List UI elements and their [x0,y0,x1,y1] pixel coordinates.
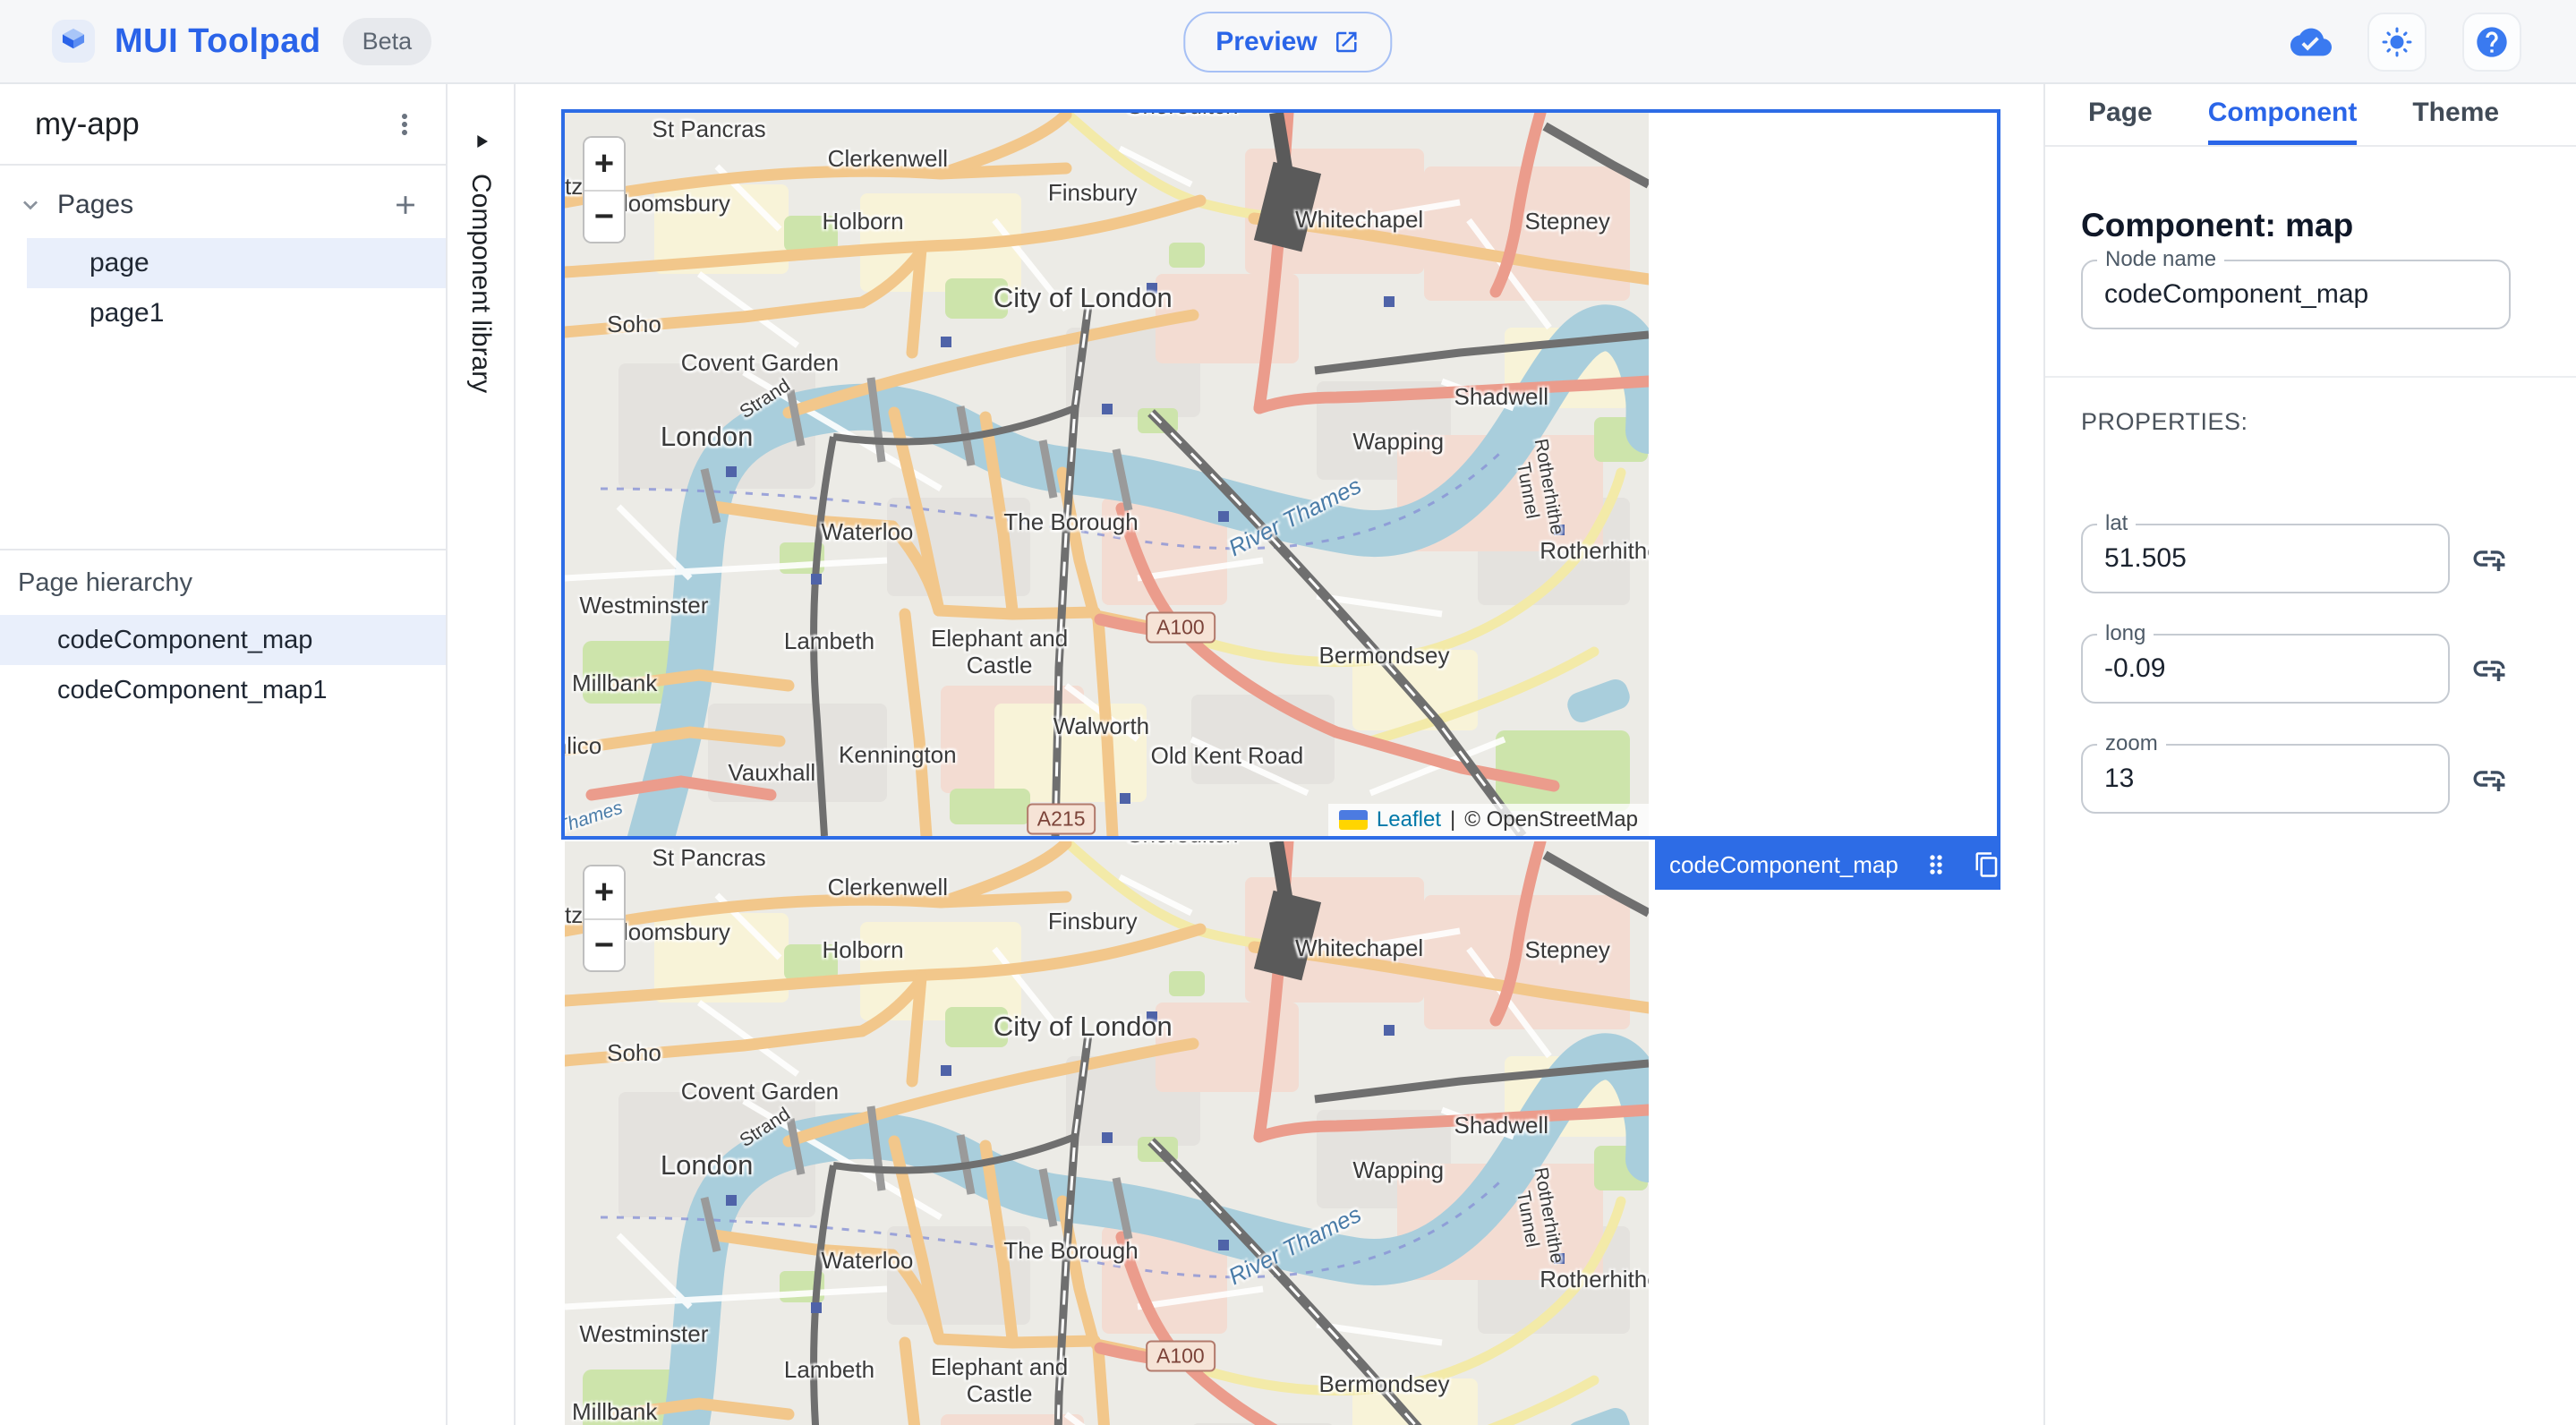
plus-icon [397,196,414,214]
pages-header-label: Pages [57,190,134,219]
mui-toolpad-logo-icon [52,20,95,63]
component-library-label: Component library [466,174,496,394]
sidebar-page-page1[interactable]: page1 [27,288,446,338]
tab-page[interactable]: Page [2088,84,2153,145]
theme-toggle-button[interactable] [2367,13,2427,72]
app-name: my-app [35,106,140,141]
preview-button-label: Preview [1215,27,1318,56]
tab-component[interactable]: Component [2207,84,2358,145]
node-name-field[interactable]: Node name codeComponent_map [2081,247,2511,329]
inspector-tabs: Page Component Theme [2045,84,2576,147]
leaflet-map-tiles [565,841,1649,1425]
property-label: lat [2097,511,2137,537]
app-row: my-app [0,84,446,166]
property-value: 51.505 [2104,543,2187,573]
brand: MUI Toolpad Beta [52,17,432,65]
hierarchy-item-codecomponent-map1[interactable]: codeComponent_map1 [0,665,446,715]
page-hierarchy-list: codeComponent_map codeComponent_map1 [0,615,446,715]
arrow-right-icon [477,135,488,148]
add-link-icon [2473,550,2505,571]
editor-canvas[interactable]: St PancrasitzClerkenwellFinsburyShoredit… [516,84,2043,1425]
map-zoom-control: + − [583,136,626,243]
sidebar-page-page[interactable]: page [27,238,446,288]
property-label: zoom [2097,731,2166,757]
ukraine-flag-icon [1338,810,1368,830]
map-component-1[interactable]: St PancrasitzClerkenwellFinsburyShoredit… [565,113,1649,836]
drag-handle-icon[interactable] [1922,850,1950,879]
properties-list: lat 51.505 long -0.09 zoom 13 [2081,511,2576,854]
inspector-divider [2045,376,2576,378]
cloud-done-icon [2290,21,2332,63]
page-hierarchy-header: Page hierarchy [18,567,193,597]
node-name-label: Node name [2097,247,2225,273]
help-icon [2477,27,2507,57]
light-mode-icon [2382,27,2412,57]
selected-component-tag: codeComponent_map [1655,840,2043,890]
osm-copyright: © OpenStreetMap [1464,807,1638,832]
leaflet-map-tiles [565,113,1649,836]
map-component-2[interactable]: St PancrasitzClerkenwellFinsburyShoredit… [565,841,1649,1425]
properties-header: PROPERTIES: [2081,408,2248,435]
zoom-in-button[interactable]: + [584,866,624,918]
map-attribution: Leaflet | © OpenStreetMap [1327,804,1649,836]
selected-component-outline: St PancrasitzClerkenwellFinsburyShoredit… [561,109,2000,840]
open-in-new-icon [1334,29,1361,55]
map-zoom-control: + − [583,865,626,972]
add-binding-button[interactable] [2466,645,2512,692]
add-page-button[interactable] [390,190,421,220]
leaflet-link[interactable]: Leaflet [1377,807,1441,832]
lat-property-field[interactable]: lat 51.505 [2081,511,2450,593]
delete-button[interactable] [2024,851,2043,878]
selected-component-name: codeComponent_map [1669,850,1898,878]
add-link-icon [2473,771,2505,791]
preview-button[interactable]: Preview [1183,12,1393,73]
add-binding-button[interactable] [2466,535,2512,582]
property-row: zoom 13 [2081,731,2576,814]
explorer-sidebar: my-app Pages page page1 Page hierarchy co… [0,84,448,1425]
duplicate-button[interactable] [1974,851,2000,878]
help-button[interactable] [2462,13,2521,72]
long-property-field[interactable]: long -0.09 [2081,621,2450,704]
hierarchy-item-codecomponent-map[interactable]: codeComponent_map [0,615,446,665]
tab-theme[interactable]: Theme [2412,84,2499,145]
trash-icon [2029,854,2043,875]
pages-list: page page1 [0,238,446,338]
node-name-value: codeComponent_map [2104,279,2369,309]
zoom-out-button[interactable]: − [584,190,624,242]
component-library-panel: Component library [448,84,516,1425]
expand-library-button[interactable] [467,127,496,156]
collapse-pages-button[interactable] [16,191,45,219]
app-menu-button[interactable] [388,108,421,141]
property-row: lat 51.505 [2081,511,2576,593]
pages-section-header: Pages [0,178,446,232]
zoom-out-button[interactable]: − [584,918,624,970]
property-label: long [2097,621,2154,647]
beta-badge: Beta [342,17,432,65]
attribution-separator: | [1449,807,1456,832]
inspector-panel: Page Component Theme Component: map Node n… [2043,84,2576,1425]
add-binding-button[interactable] [2466,755,2512,802]
property-value: -0.09 [2104,653,2166,683]
property-row: long -0.09 [2081,621,2576,704]
inspector-heading: Component: map [2081,206,2354,243]
add-link-icon [2473,661,2505,681]
top-bar: MUI Toolpad Beta Preview [0,0,2576,84]
topbar-status-icons [2290,0,2521,84]
property-value: 13 [2104,764,2135,793]
chevron-down-icon [23,201,38,210]
zoom-in-button[interactable]: + [584,138,624,190]
zoom-property-field[interactable]: zoom 13 [2081,731,2450,814]
copy-icon [1975,852,1998,877]
app-title: MUI Toolpad [115,21,321,60]
more-vert-icon [402,113,407,135]
